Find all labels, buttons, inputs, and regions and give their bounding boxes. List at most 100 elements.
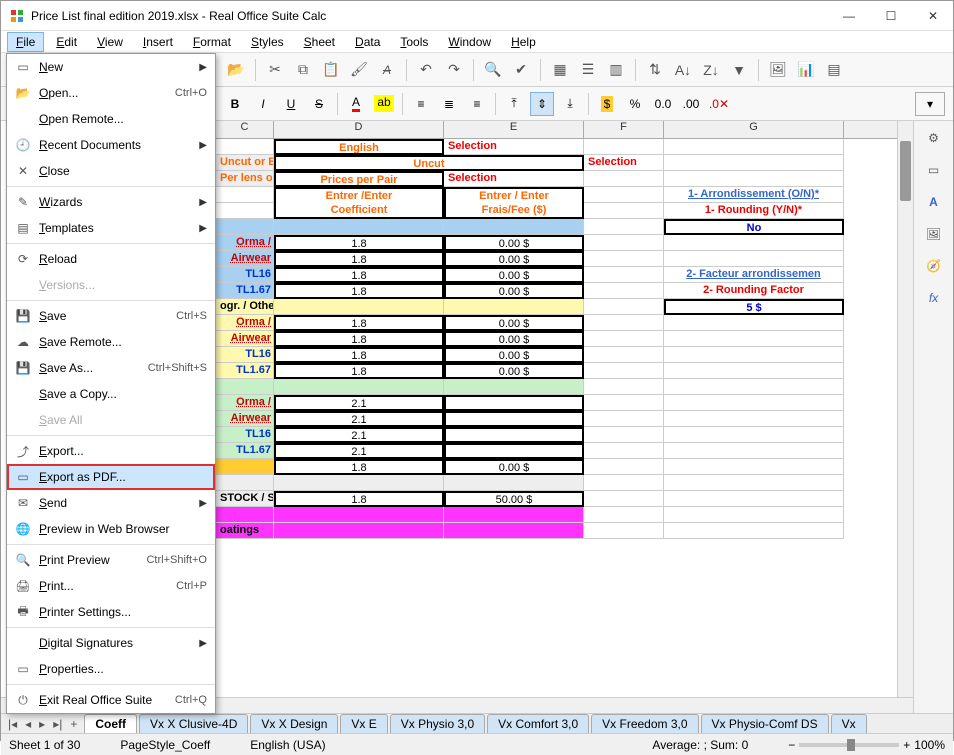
sheet-tab[interactable]: Vx Physio-Comf DS <box>701 714 829 733</box>
properties-icon[interactable]: ⚙ <box>923 127 945 149</box>
menu-styles[interactable]: Styles <box>243 33 292 51</box>
sort-icon[interactable]: ⇅ <box>644 59 666 81</box>
inc-dec-button[interactable]: .00 <box>679 92 703 116</box>
menu-item-save-a-copy-[interactable]: Save a Copy... <box>7 381 215 407</box>
minimize-button[interactable]: — <box>837 9 861 23</box>
cut-icon[interactable]: ✂ <box>264 59 286 81</box>
number-button[interactable]: 0.0 <box>651 92 675 116</box>
align-right-button[interactable]: ≡ <box>465 92 489 116</box>
menu-item-save-as-[interactable]: 💾Save As...Ctrl+Shift+S <box>7 355 215 381</box>
menu-item-export-[interactable]: ⤴Export... <box>7 438 215 464</box>
menu-item-save-remote-[interactable]: ☁Save Remote... <box>7 329 215 355</box>
italic-button[interactable]: I <box>251 92 275 116</box>
styles-icon[interactable]: A <box>923 191 945 213</box>
menu-item-save[interactable]: 💾SaveCtrl+S <box>7 303 215 329</box>
sheet-tab[interactable]: Vx X Clusive-4D <box>139 714 248 733</box>
functions-icon[interactable]: fx <box>923 287 945 309</box>
sheet-tab[interactable]: Vx <box>831 714 867 733</box>
props-icon: ▭ <box>15 661 31 677</box>
cell: ogr. / Other Progr. <box>216 299 274 315</box>
menu-item-properties-[interactable]: ▭Properties... <box>7 656 215 682</box>
menu-item-export-as-pdf-[interactable]: ▭Export as PDF... <box>7 464 215 490</box>
menu-item-open-remote-[interactable]: Open Remote... <box>7 106 215 132</box>
paste-icon[interactable]: 📋 <box>320 59 342 81</box>
find-icon[interactable]: 🔍 <box>482 59 504 81</box>
menu-item-print-[interactable]: 🖨Print...Ctrl+P <box>7 573 215 599</box>
sheet-tab[interactable]: Vx Physio 3,0 <box>390 714 485 733</box>
menu-item-print-preview[interactable]: 🔍Print PreviewCtrl+Shift+O <box>7 547 215 573</box>
menu-item-templates[interactable]: ▤Templates▶ <box>7 215 215 241</box>
maximize-button[interactable]: ☐ <box>879 9 903 23</box>
copy-icon[interactable]: ⧉ <box>292 59 314 81</box>
vertical-scrollbar[interactable] <box>897 121 913 713</box>
menu-item-send[interactable]: ✉Send▶ <box>7 490 215 516</box>
pivot-icon[interactable]: ▤ <box>823 59 845 81</box>
valign-top-button[interactable]: ⤒ <box>502 92 526 116</box>
navigator-icon[interactable]: 🧭 <box>923 255 945 277</box>
tab-add-button[interactable]: + <box>67 717 80 731</box>
menu-view[interactable]: View <box>89 33 131 51</box>
close-button[interactable]: ✕ <box>921 9 945 23</box>
clear-format-icon[interactable]: A <box>376 59 398 81</box>
menu-help[interactable]: Help <box>503 33 544 51</box>
sheet-tab[interactable]: Coeff <box>84 714 137 733</box>
menu-tools[interactable]: Tools <box>392 33 436 51</box>
sheet-tab[interactable]: Vx Freedom 3,0 <box>591 714 698 733</box>
menu-item-open-[interactable]: 📂Open...Ctrl+O <box>7 80 215 106</box>
font-color-button[interactable]: A <box>344 92 368 116</box>
menu-item-new[interactable]: ▭New▶ <box>7 54 215 80</box>
valign-mid-button[interactable]: ⇕ <box>530 92 554 116</box>
bold-button[interactable]: B <box>223 92 247 116</box>
menu-data[interactable]: Data <box>347 33 388 51</box>
gallery-icon[interactable]: 🖼 <box>923 223 945 245</box>
menu-window[interactable]: Window <box>440 33 499 51</box>
menu-edit[interactable]: Edit <box>48 33 85 51</box>
tab-last-button[interactable]: ▸| <box>50 717 65 731</box>
row-icon[interactable]: ☰ <box>577 59 599 81</box>
menu-sheet[interactable]: Sheet <box>296 33 343 51</box>
menu-item-preview-in-web-browser[interactable]: 🌐Preview in Web Browser <box>7 516 215 542</box>
filter-icon[interactable]: ▼ <box>728 59 750 81</box>
chart-icon[interactable]: 📊 <box>795 59 817 81</box>
image-icon[interactable]: 🖼 <box>767 59 789 81</box>
percent-button[interactable]: % <box>623 92 647 116</box>
col-icon[interactable]: ▥ <box>605 59 627 81</box>
grid-icon[interactable]: ▦ <box>549 59 571 81</box>
open-icon[interactable]: 📂 <box>225 59 247 81</box>
strike-button[interactable]: S <box>307 92 331 116</box>
menu-item-close[interactable]: ✕Close <box>7 158 215 184</box>
menu-item-exit-real-office-suite[interactable]: ⏻Exit Real Office SuiteCtrl+Q <box>7 687 215 713</box>
align-left-button[interactable]: ≡ <box>409 92 433 116</box>
spreadsheet-grid[interactable]: CDEFGEnglishSelectionUncut or E/MUncutSe… <box>216 121 903 713</box>
sort-desc-icon[interactable]: Z↓ <box>700 59 722 81</box>
redo-icon[interactable]: ↷ <box>443 59 465 81</box>
style-dropdown[interactable]: ▾ <box>915 92 945 116</box>
menu-insert[interactable]: Insert <box>135 33 181 51</box>
zoom-slider[interactable]: −+ 100% <box>788 738 945 752</box>
menu-item-recent-documents[interactable]: 🕘Recent Documents▶ <box>7 132 215 158</box>
underline-button[interactable]: U <box>279 92 303 116</box>
sheet-tab[interactable]: Vx X Design <box>250 714 338 733</box>
language-indicator[interactable]: English (USA) <box>250 738 325 752</box>
sheet-tab[interactable]: Vx E <box>340 714 387 733</box>
tab-first-button[interactable]: |◂ <box>5 717 20 731</box>
menu-format[interactable]: Format <box>185 33 239 51</box>
align-center-button[interactable]: ≣ <box>437 92 461 116</box>
spell-icon[interactable]: ✔ <box>510 59 532 81</box>
menu-item-reload[interactable]: ⟳Reload <box>7 246 215 272</box>
menu-file[interactable]: File <box>7 32 44 52</box>
menu-item-digital-signatures[interactable]: Digital Signatures▶ <box>7 630 215 656</box>
dec-dec-button[interactable]: .0✕ <box>707 92 731 116</box>
brush-icon[interactable]: 🖌 <box>348 59 370 81</box>
undo-icon[interactable]: ↶ <box>415 59 437 81</box>
menu-item-wizards[interactable]: ✎Wizards▶ <box>7 189 215 215</box>
sort-asc-icon[interactable]: A↓ <box>672 59 694 81</box>
highlight-button[interactable]: ab <box>372 92 396 116</box>
menu-item-printer-settings-[interactable]: 🖶Printer Settings... <box>7 599 215 625</box>
valign-bot-button[interactable]: ⤓ <box>558 92 582 116</box>
sheet-tab[interactable]: Vx Comfort 3,0 <box>487 714 589 733</box>
currency-button[interactable]: $ <box>595 92 619 116</box>
tab-prev-button[interactable]: ◂ <box>22 717 34 731</box>
tab-next-button[interactable]: ▸ <box>36 717 48 731</box>
slide-icon[interactable]: ▭ <box>923 159 945 181</box>
